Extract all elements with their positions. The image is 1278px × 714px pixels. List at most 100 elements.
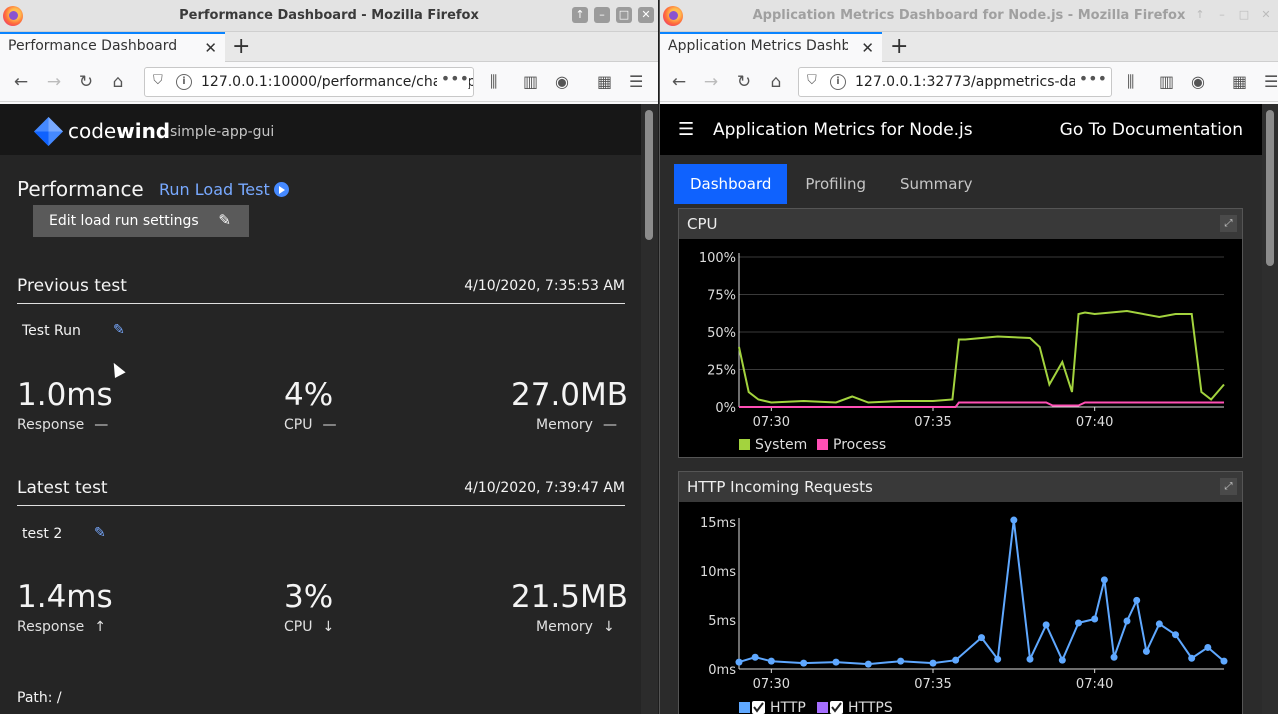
minimize-icon[interactable]: – (594, 7, 610, 23)
data-point (1220, 657, 1228, 665)
back-icon[interactable]: ← (668, 71, 690, 93)
shield-icon[interactable]: ⛉ (153, 73, 163, 88)
trend-down-icon: ↓ (322, 619, 335, 635)
left-url-text: 127.0.0.1:10000/performance/charts?p (201, 74, 474, 90)
data-point (1110, 653, 1118, 661)
data-point (751, 653, 759, 661)
right-titlebar: Application Metrics Dashboard for Node.j… (660, 0, 1278, 32)
sidebar-icon[interactable]: ▥ (523, 72, 538, 91)
data-point (1155, 620, 1163, 628)
codewind-logo-icon (34, 117, 63, 146)
up-arrow-icon[interactable]: ↑ (1192, 7, 1208, 23)
home-icon[interactable]: ⌂ (107, 71, 129, 93)
page-actions-icon[interactable]: ••• (436, 69, 469, 88)
right-browser-window: Application Metrics Dashboard for Node.j… (659, 0, 1278, 714)
reload-icon[interactable]: ↻ (733, 71, 755, 93)
codewind-header: codewind simple-app-gui (0, 104, 641, 155)
scrollbar-thumb[interactable] (645, 110, 653, 240)
legend-label: HTTPS (848, 700, 893, 714)
metric-value: 4% (284, 377, 334, 413)
data-point (1026, 655, 1034, 663)
left-url-bar[interactable]: ⛉ i 127.0.0.1:10000/performance/charts?p… (144, 67, 474, 97)
home-icon[interactable]: ⌂ (765, 71, 787, 93)
library-icon[interactable]: ⫼ (1127, 72, 1134, 92)
menu-icon[interactable]: ☰ (629, 72, 643, 91)
trend-up-icon: ↑ (94, 619, 106, 635)
shield-icon[interactable]: ⛉ (807, 73, 817, 88)
up-arrow-icon[interactable]: ↑ (572, 7, 588, 23)
tab-profiling[interactable]: Profiling (789, 164, 882, 204)
right-tabbar: Application Metrics Dashboard ✕ + (660, 32, 1278, 62)
data-point (1010, 516, 1018, 524)
edit-load-settings-button[interactable]: Edit load run settings ✎ (33, 205, 249, 237)
reload-icon[interactable]: ↻ (75, 71, 97, 93)
brand-bold: wind (116, 119, 171, 143)
tab-dashboard[interactable]: Dashboard (674, 164, 788, 204)
y-tick-label: 0% (715, 401, 736, 416)
http-panel: HTTP Incoming Requests ⤢ 0ms 5ms 10ms 15ms 0… (678, 471, 1243, 714)
new-tab-icon[interactable]: + (890, 34, 908, 59)
new-tab-icon[interactable]: + (232, 34, 250, 59)
forward-icon[interactable]: → (700, 71, 722, 93)
forward-icon[interactable]: → (43, 71, 65, 93)
y-tick-label: 10ms (700, 565, 736, 580)
minimize-icon[interactable]: – (1214, 7, 1230, 23)
legend-swatch-system (739, 439, 750, 450)
close-icon[interactable]: ✕ (638, 7, 654, 23)
documentation-link[interactable]: Go To Documentation (1060, 120, 1243, 140)
data-point (864, 660, 872, 668)
expand-icon[interactable]: ⤢ (1220, 215, 1237, 232)
tab-close-icon[interactable]: ✕ (204, 39, 217, 57)
sidebar-icon[interactable]: ▥ (1159, 72, 1174, 91)
appmetrics-dashboard-page: ☰ Application Metrics for Node.js Go To … (660, 104, 1262, 714)
extensions-icon[interactable]: ▦ (597, 72, 612, 91)
left-scrollbar[interactable] (641, 104, 658, 714)
tab-summary[interactable]: Summary (884, 164, 989, 204)
series-line-process (739, 401, 1224, 408)
edit-run-name-icon[interactable]: ✎ (94, 525, 106, 541)
maximize-icon[interactable]: □ (616, 7, 632, 23)
right-window-title: Application Metrics Dashboard for Node.j… (752, 8, 1186, 23)
appmetrics-tabs: Dashboard Profiling Summary (674, 164, 991, 204)
right-url-bar[interactable]: ⛉ i 127.0.0.1:32773/appmetrics-dash/ ••• (798, 67, 1112, 97)
cpu-panel-header: CPU ⤢ (679, 209, 1242, 239)
info-icon[interactable]: i (830, 74, 846, 90)
library-icon[interactable]: ⫼ (490, 72, 497, 92)
hamburger-menu-icon[interactable]: ☰ (678, 119, 694, 140)
previous-response-metric: 1.0ms Response — (17, 377, 113, 433)
right-tab-label: Application Metrics Dashboard (668, 38, 848, 54)
x-tick-label: 07:30 (753, 677, 790, 692)
account-icon[interactable]: ◉ (1191, 72, 1205, 91)
run-load-test-link[interactable]: Run Load Test (159, 180, 289, 199)
extensions-icon[interactable]: ▦ (1232, 72, 1247, 91)
right-scrollbar[interactable] (1262, 104, 1278, 714)
expand-icon[interactable]: ⤢ (1220, 478, 1237, 495)
y-tick-label: 50% (707, 326, 736, 341)
edit-run-name-icon[interactable]: ✎ (113, 322, 125, 338)
account-icon[interactable]: ◉ (555, 72, 569, 91)
http-panel-title: HTTP Incoming Requests (687, 478, 873, 496)
page-actions-icon[interactable]: ••• (1074, 69, 1107, 88)
back-icon[interactable]: ← (10, 71, 32, 93)
data-point (1123, 617, 1131, 625)
data-point (1133, 596, 1141, 604)
info-icon[interactable]: i (176, 74, 192, 90)
y-tick-label: 25% (707, 364, 736, 379)
data-point (978, 634, 985, 642)
right-tab[interactable]: Application Metrics Dashboard ✕ (660, 32, 882, 62)
left-window-controls: ↑ – □ ✕ (572, 7, 654, 23)
maximize-icon[interactable]: □ (1236, 7, 1252, 23)
left-tab[interactable]: Performance Dashboard ✕ (0, 32, 225, 62)
latest-run-name: test 2 (22, 526, 63, 542)
previous-test-heading: Previous test (17, 276, 127, 296)
latest-response-metric: 1.4ms Response ↑ (17, 579, 113, 635)
http-panel-header: HTTP Incoming Requests ⤢ (679, 472, 1242, 502)
data-point (897, 657, 905, 665)
close-icon[interactable]: ✕ (1258, 7, 1274, 23)
data-point (767, 657, 775, 665)
scrollbar-thumb[interactable] (1266, 110, 1274, 266)
menu-icon[interactable]: ☰ (1264, 72, 1278, 91)
http-chart: 0ms 5ms 10ms 15ms 07:30 07:35 07:40 HTTP HTTPS (700, 516, 1228, 714)
y-tick-label: 100% (699, 251, 736, 266)
tab-close-icon[interactable]: ✕ (861, 39, 874, 57)
